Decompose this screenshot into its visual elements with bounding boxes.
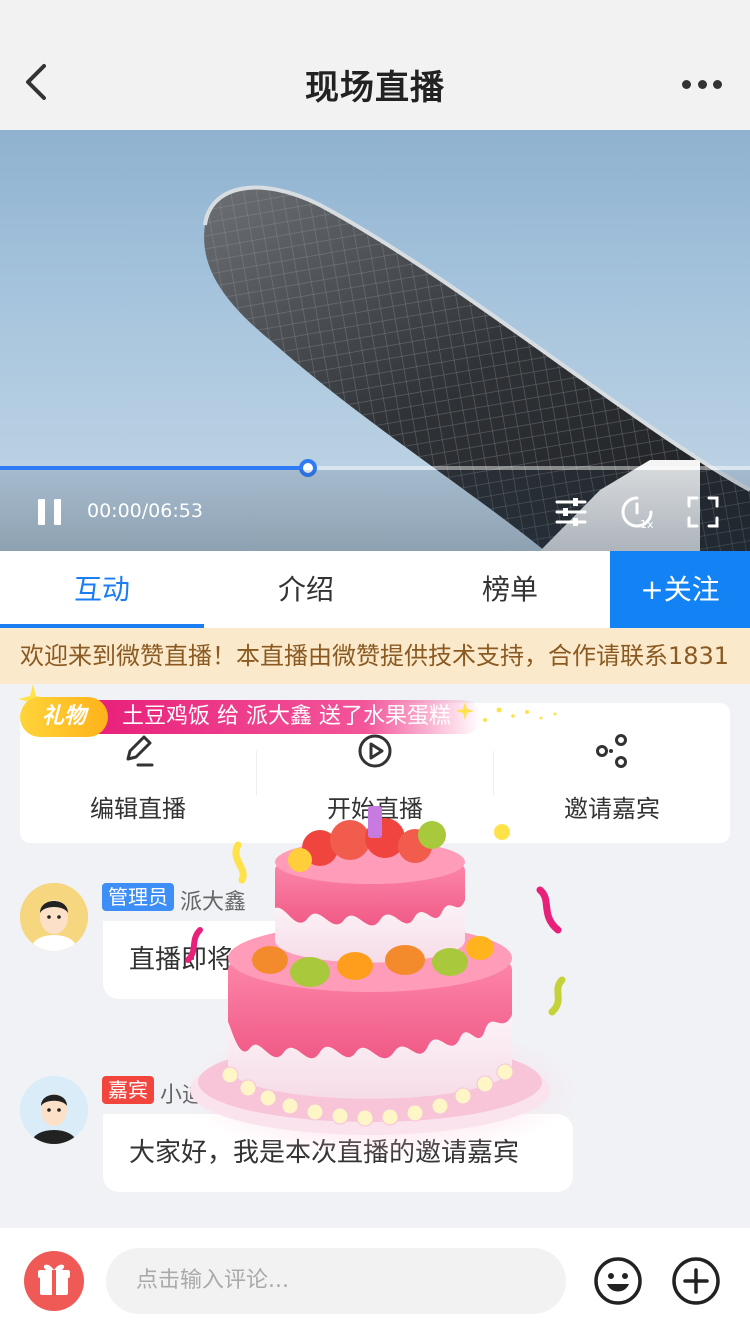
notice-banner: 欢迎来到微赞直播！本直播由微赞提供技术支持，合作请联系1831: [0, 628, 750, 684]
page-title: 现场直播: [305, 68, 445, 108]
role-badge: 管理员: [102, 883, 174, 911]
play-circle-icon: [358, 734, 392, 768]
share-nodes-icon: [596, 734, 627, 768]
player-controls: 00:00/06:53 1x: [0, 470, 750, 551]
playback-time: 00:00/06:53: [87, 500, 203, 522]
avatar[interactable]: [20, 883, 88, 951]
nav-bar: 现场直播: [0, 0, 750, 130]
gift-notification: 礼物 土豆鸡饭 给 派大鑫 送了水果蛋糕: [20, 696, 481, 738]
playback-speed-icon[interactable]: 1x: [619, 494, 655, 530]
cake-gift-animation: [180, 806, 580, 1160]
settings-sliders-icon[interactable]: [553, 494, 589, 530]
avatar-illustration: [20, 1076, 88, 1144]
emoji-icon[interactable]: [593, 1256, 643, 1306]
more-icon[interactable]: [682, 78, 722, 90]
speed-label: 1x: [640, 518, 654, 530]
avatar-illustration: [20, 883, 88, 951]
sparkle-dots-icon: [456, 702, 557, 722]
tab-bar: 互动 介绍 榜单 +关注: [0, 551, 750, 628]
comment-input[interactable]: 点击输入评论...: [106, 1248, 566, 1314]
edit-icon: [126, 735, 154, 767]
role-badge: 嘉宾: [102, 1076, 154, 1104]
gift-message: 土豆鸡饭 给 派大鑫 送了水果蛋糕: [94, 700, 481, 734]
avatar[interactable]: [20, 1076, 88, 1144]
follow-button[interactable]: +关注: [610, 551, 750, 628]
bottom-bar: 点击输入评论...: [0, 1228, 750, 1334]
tab-interaction[interactable]: 互动: [0, 551, 204, 628]
gift-tag: 礼物: [20, 697, 109, 737]
tab-intro[interactable]: 介绍: [204, 551, 408, 628]
add-icon[interactable]: [671, 1256, 721, 1306]
gift-button[interactable]: [24, 1251, 84, 1311]
pause-icon[interactable]: [38, 499, 62, 525]
video-player[interactable]: 00:00/06:53 1x: [0, 130, 750, 551]
fullscreen-icon[interactable]: [685, 494, 721, 530]
tab-ranking[interactable]: 榜单: [408, 551, 612, 628]
gift-box-icon: [38, 1264, 70, 1295]
